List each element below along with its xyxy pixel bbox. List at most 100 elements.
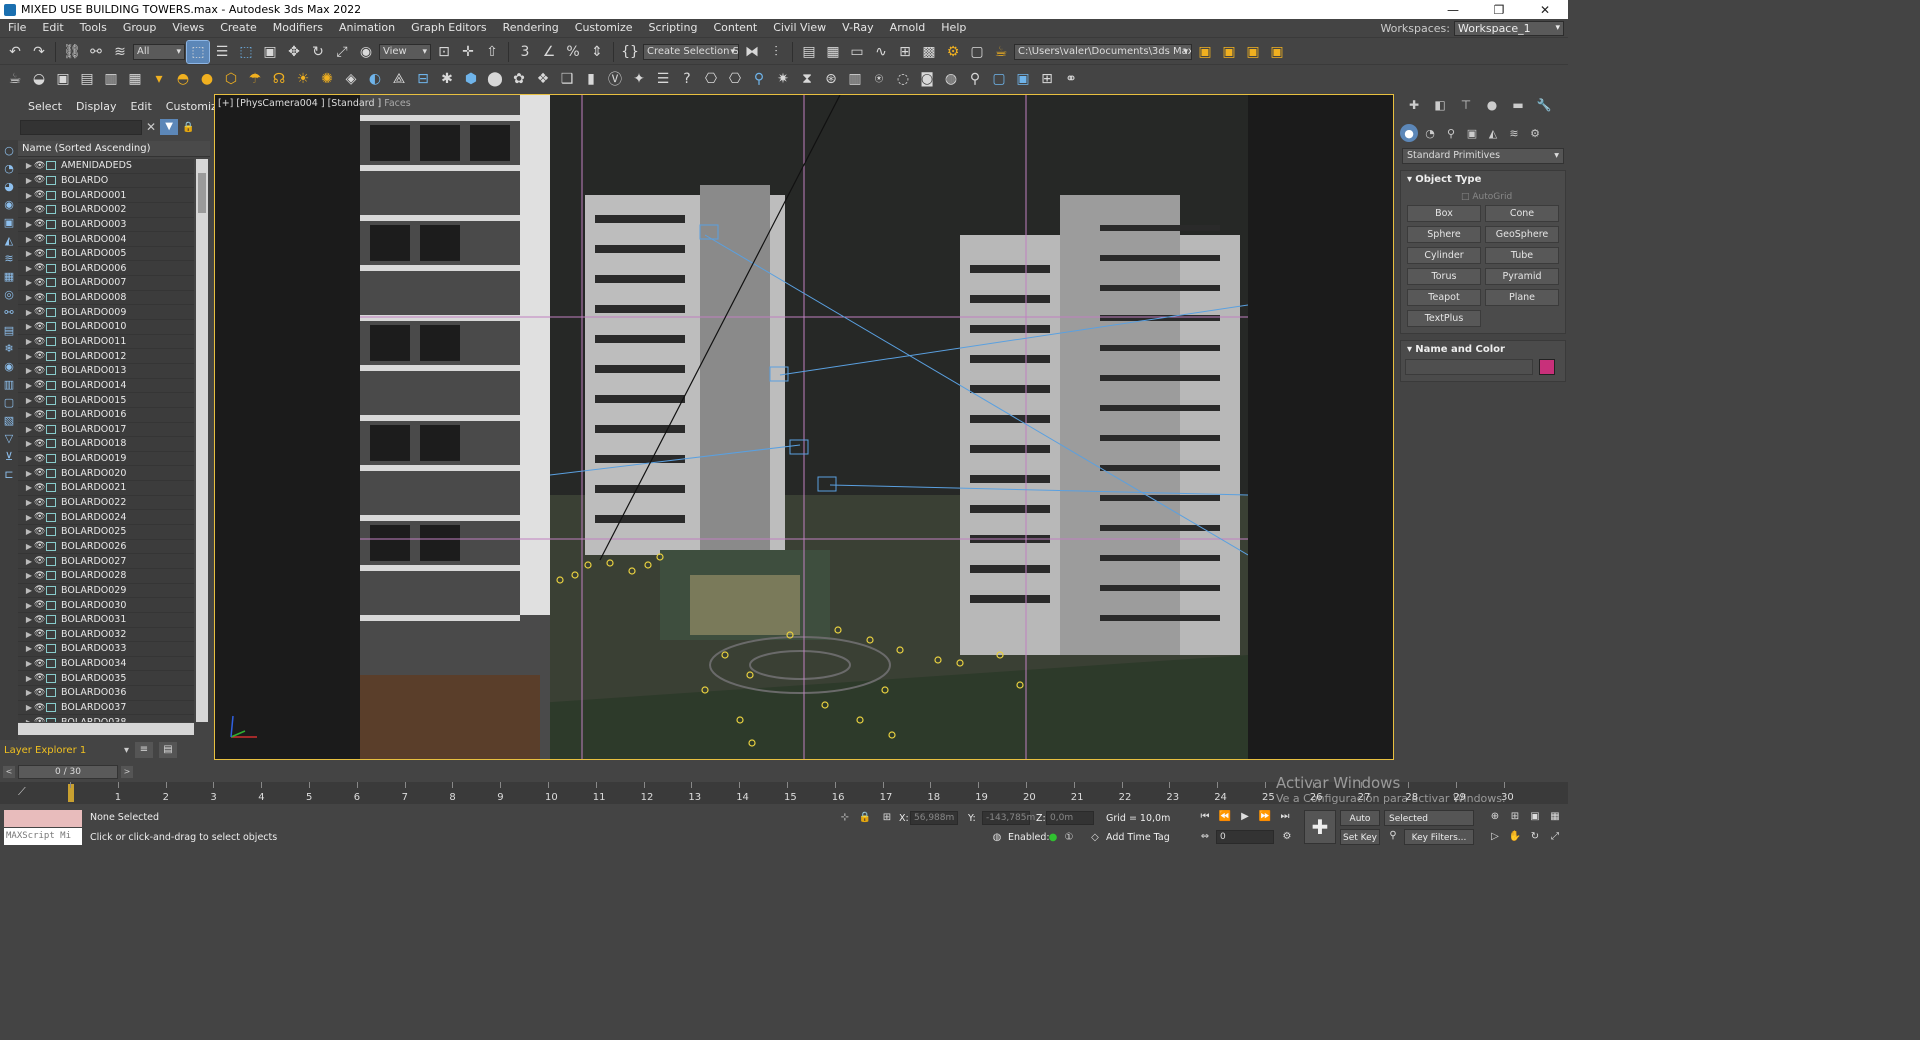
angle-snap-icon[interactable]: ∠	[538, 41, 560, 63]
expand-arrow-icon[interactable]: ▶	[24, 644, 34, 653]
chart-icon[interactable]: ▮	[580, 68, 602, 90]
teapot-button[interactable]: Teapot	[1407, 289, 1481, 306]
box-button[interactable]: Box	[1407, 205, 1481, 222]
key-mode-icon[interactable]: ⇔	[1198, 830, 1212, 844]
cone-button[interactable]: Cone	[1485, 205, 1559, 222]
set-key-big-icon[interactable]: ✚	[1304, 810, 1336, 844]
arnold-light-manager-icon[interactable]: ⚲	[964, 68, 986, 90]
sky-icon[interactable]: ✺	[316, 68, 338, 90]
spacewarps-category-icon[interactable]: ≋	[1505, 124, 1523, 142]
find-icon[interactable]: ⊻	[1, 448, 17, 464]
menu-civil-view[interactable]: Civil View	[765, 19, 834, 37]
list-item[interactable]: ▶ 👁 BOLARDO013	[18, 364, 194, 379]
camera-icon[interactable]: ⎔	[700, 68, 722, 90]
display-helpers-icon[interactable]: ◭	[1, 232, 17, 248]
menu-edit[interactable]: Edit	[34, 19, 71, 37]
expand-arrow-icon[interactable]: ▶	[24, 557, 34, 566]
list-item[interactable]: ▶ 👁 BOLARDO032	[18, 628, 194, 643]
sun-icon[interactable]: ☀	[292, 68, 314, 90]
align-icon[interactable]: ⫶	[765, 41, 787, 63]
expand-arrow-icon[interactable]: ▶	[24, 396, 34, 405]
list-item[interactable]: ▶ 👁 BOLARDO002	[18, 203, 194, 218]
arnold-portal-icon[interactable]: ⍟	[868, 68, 890, 90]
maximize-button[interactable]: ❐	[1476, 3, 1522, 17]
time-slider[interactable]: 0 / 30	[18, 765, 118, 779]
prev-key-icon[interactable]: ⏪	[1218, 810, 1232, 824]
project-path-select[interactable]: C:\Users\valer\Documents\3ds Max 2022	[1014, 43, 1192, 60]
arnold-sky-icon[interactable]: ⧗	[796, 68, 818, 90]
list-item[interactable]: ▶ 👁 BOLARDO015	[18, 393, 194, 408]
close-button[interactable]: ✕	[1522, 3, 1568, 17]
undo-icon[interactable]: ↶	[4, 41, 26, 63]
expand-arrow-icon[interactable]: ▶	[24, 674, 34, 683]
open-project-icon[interactable]: ▣	[1218, 41, 1240, 63]
list-item[interactable]: ▶ 👁 BOLARDO030	[18, 598, 194, 613]
visibility-eye-icon[interactable]: 👁	[34, 278, 46, 288]
render-setup-icon[interactable]: ⚙	[942, 41, 964, 63]
visibility-eye-icon[interactable]: 👁	[34, 293, 46, 303]
adaptive-degradation-icon[interactable]: ◍	[990, 831, 1004, 845]
pyramid-button[interactable]: Pyramid	[1485, 268, 1559, 285]
snap-toggle-icon[interactable]: 3	[514, 41, 536, 63]
clear-search-icon[interactable]: ✕	[146, 120, 156, 134]
filter-toggle-icon[interactable]: ▼	[160, 119, 179, 135]
list-item[interactable]: ▶ 👁 BOLARDO001	[18, 188, 194, 203]
pan-icon[interactable]: ✋	[1508, 830, 1522, 844]
arnold-ipr-icon[interactable]: ◍	[940, 68, 962, 90]
vray-lister-icon[interactable]: ▤	[76, 68, 98, 90]
arnold-light-bulb-icon[interactable]: ⚲	[748, 68, 770, 90]
name-color-title[interactable]: Name and Color	[1401, 341, 1565, 359]
list-item[interactable]: ▶ 👁 BOLARDO008	[18, 291, 194, 306]
named-selection-select[interactable]: Create Selection Se	[643, 43, 739, 60]
menu-rendering[interactable]: Rendering	[495, 19, 567, 37]
link-icon[interactable]: ⛓	[61, 41, 83, 63]
visibility-eye-icon[interactable]: 👁	[34, 673, 46, 683]
arnold-volume-icon[interactable]: ◌	[892, 68, 914, 90]
display-cameras-icon[interactable]: ▣	[1, 214, 17, 230]
rendered-frame-icon[interactable]: ▢	[966, 41, 988, 63]
list-item[interactable]: ▶ 👁 BOLARDO017	[18, 423, 194, 438]
menu-tools[interactable]: Tools	[72, 19, 115, 37]
schematic-view-icon[interactable]: ⊞	[894, 41, 916, 63]
goto-end-icon[interactable]: ⏭	[1278, 810, 1292, 824]
ref-coord-select[interactable]: View	[379, 43, 431, 60]
pivot-center-icon[interactable]: ⊡	[433, 41, 455, 63]
menu-help[interactable]: Help	[933, 19, 974, 37]
visibility-eye-icon[interactable]: 👁	[34, 629, 46, 639]
display-groups-icon[interactable]: ▦	[1, 268, 17, 284]
visibility-eye-icon[interactable]: 👁	[34, 307, 46, 317]
arnold-viewer-icon[interactable]: ▣	[1012, 68, 1034, 90]
visibility-eye-icon[interactable]: 👁	[34, 395, 46, 405]
layers-icon[interactable]: ≡	[135, 742, 153, 758]
display-xrefs-icon[interactable]: ◎	[1, 286, 17, 302]
current-frame-marker[interactable]	[68, 784, 74, 802]
next-frame-arrow-icon[interactable]: >	[121, 766, 133, 778]
list-item[interactable]: ▶ 👁 BOLARDO020	[18, 466, 194, 482]
visibility-eye-icon[interactable]: 👁	[34, 498, 46, 508]
menu-animation[interactable]: Animation	[331, 19, 403, 37]
goto-start-icon[interactable]: ⏮	[1198, 810, 1212, 824]
autogrid-checkbox[interactable]: AutoGrid	[1401, 189, 1565, 205]
expand-arrow-icon[interactable]: ▶	[24, 161, 34, 170]
display-geometry-icon[interactable]: ◔	[1, 160, 17, 176]
visibility-eye-icon[interactable]: 👁	[34, 175, 46, 185]
display-frozen-icon[interactable]: ❄	[1, 340, 17, 356]
list-item[interactable]: ▶ 👁 BOLARDO035	[18, 671, 194, 687]
explorer-tab-select[interactable]: Select	[21, 100, 69, 113]
y-coord-field[interactable]: -143,785m	[982, 811, 1035, 825]
render-list-icon[interactable]: ☰	[652, 68, 674, 90]
expand-arrow-icon[interactable]: ▶	[24, 439, 34, 448]
selection-filter-select[interactable]: All	[133, 43, 185, 60]
visibility-eye-icon[interactable]: 👁	[34, 600, 46, 610]
object-type-title[interactable]: Object Type	[1401, 171, 1565, 189]
expand-arrow-icon[interactable]: ▶	[24, 703, 34, 712]
cameras-category-icon[interactable]: ▣	[1463, 124, 1481, 142]
expand-arrow-icon[interactable]: ▶	[24, 205, 34, 214]
enabled-count-icon[interactable]: ①	[1062, 831, 1076, 845]
list-item[interactable]: ▶ 👁 BOLARDO027	[18, 554, 194, 569]
viewport-label[interactable]: [+] [PhysCamera004 ] [Standard ] Faces	[218, 98, 411, 109]
material-editor-icon[interactable]: ▩	[918, 41, 940, 63]
expand-arrow-icon[interactable]: ▶	[24, 542, 34, 551]
expand-arrow-icon[interactable]: ▶	[24, 513, 34, 522]
edit-named-selection-icon[interactable]: {}	[619, 41, 641, 63]
